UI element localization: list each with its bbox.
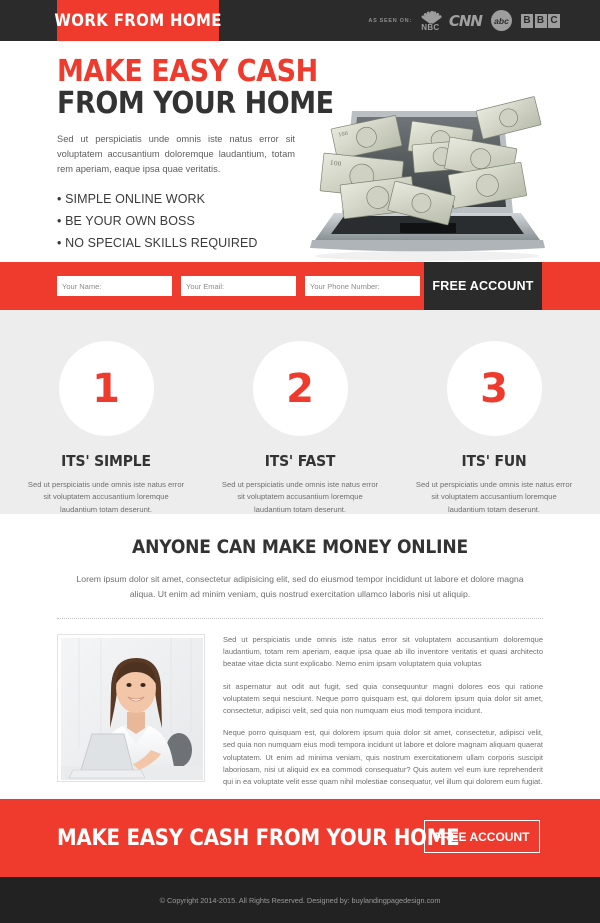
content-intro-paragraph: Lorem ipsum dolor sit amet, consectetur …	[76, 574, 524, 599]
features-section: 1 ITS' SIMPLE Sed ut perspiciatis unde o…	[0, 310, 600, 514]
bottom-cta-text: MAKE EASY CASH FROM YOUR HOME	[57, 825, 460, 851]
content-paragraph-3: Neque porro quisquam est, qui dolorem ip…	[223, 728, 543, 787]
content-section: ANYONE CAN MAKE MONEY ONLINE Lorem ipsum…	[0, 514, 600, 799]
hero-image-laptop-money: 100 100	[300, 93, 555, 263]
svg-text:100: 100	[330, 160, 342, 168]
feature-item-2: 2 ITS' FAST Sed ut perspiciatis unde omn…	[221, 341, 379, 514]
cnn-label: CNN	[448, 11, 483, 30]
feature-item-3: 3 ITS' FUN Sed ut perspiciatis unde omni…	[415, 341, 573, 514]
feature-desc-1: Sed ut perspiciatis unde omnis iste natu…	[27, 480, 185, 514]
as-seen-on-label: AS SEEN ON:	[368, 17, 412, 24]
content-paragraph-2: sit aspernatur aut odit aut fugit, sed q…	[223, 681, 543, 716]
site-logo[interactable]: WORK FROM HOME	[54, 0, 222, 41]
feature-title-3: ITS' FUN	[461, 452, 527, 470]
name-input[interactable]	[57, 276, 172, 296]
hero-subtext: Sed ut perspiciatis unde omnis iste natu…	[57, 134, 295, 174]
footer-copyright: © Copyright 2014-2015. All Rights Reserv…	[159, 895, 441, 905]
feature-number-1: 1	[92, 365, 120, 412]
nbc-peacock-icon	[421, 10, 443, 24]
cnn-logo-icon: CNN	[448, 11, 483, 30]
hero-headline-line2: FROM YOUR HOME	[57, 86, 334, 122]
hero-copy: MAKE EASY CASH FROM YOUR HOME Sed ut per…	[57, 54, 334, 255]
email-input[interactable]	[181, 276, 296, 296]
bbc-logo-icon: B B C	[521, 13, 560, 28]
hero-bullet-3: NO SPECIAL SKILLS REQUIRED	[57, 233, 307, 255]
hero-bullet-1: SIMPLE ONLINE WORK	[57, 189, 307, 211]
bottom-cta-band: MAKE EASY CASH FROM YOUR HOME FREE ACCOU…	[0, 799, 600, 877]
feature-title-1: ITS' SIMPLE	[61, 452, 151, 470]
feature-desc-3: Sed ut perspiciatis unde omnis iste natu…	[415, 480, 573, 514]
feature-desc-2: Sed ut perspiciatis unde omnis iste natu…	[221, 480, 379, 514]
feature-number-circle-3: 3	[446, 341, 542, 436]
nbc-logo-icon: NBC	[421, 10, 443, 32]
site-footer: © Copyright 2014-2015. All Rights Reserv…	[0, 877, 600, 923]
form-fields-group	[57, 276, 420, 296]
content-photo-businesswoman	[57, 633, 205, 782]
landing-page: WORK FROM HOME AS SEEN ON: NBC CNN abc B…	[0, 0, 600, 923]
content-section-title: ANYONE CAN MAKE MONEY ONLINE	[132, 536, 468, 558]
abc-label: abc	[491, 10, 512, 31]
bottom-free-account-button[interactable]: FREE ACCOUNT	[424, 820, 540, 853]
hero-bullet-2: BE YOUR OWN BOSS	[57, 211, 307, 233]
dotted-divider	[57, 617, 543, 619]
hero-benefit-list: SIMPLE ONLINE WORK BE YOUR OWN BOSS NO S…	[57, 189, 307, 255]
feature-item-1: 1 ITS' SIMPLE Sed ut perspiciatis unde o…	[27, 341, 185, 514]
feature-title-2: ITS' FAST	[264, 452, 336, 470]
site-logo-text: WORK FROM HOME	[54, 10, 222, 31]
lead-capture-form: FREE ACCOUNT	[0, 262, 600, 310]
bbc-letter-b2: B	[534, 13, 547, 28]
nbc-label: NBC	[421, 22, 440, 32]
feature-number-2: 2	[286, 365, 314, 412]
phone-input[interactable]	[305, 276, 420, 296]
bbc-letter-c: C	[548, 13, 560, 28]
abc-logo-icon: abc	[491, 10, 512, 31]
feature-number-circle-1: 1	[58, 341, 154, 436]
bbc-letter-b1: B	[521, 13, 533, 28]
content-text-column: Sed ut perspiciatis unde omnis iste natu…	[223, 634, 543, 798]
hero-section: MAKE EASY CASH FROM YOUR HOME Sed ut per…	[0, 41, 600, 262]
content-paragraph-1: Sed ut perspiciatis unde omnis iste natu…	[223, 634, 543, 669]
as-seen-on-group: AS SEEN ON: NBC CNN abc B B C	[368, 0, 560, 41]
feature-number-circle-2: 2	[252, 341, 348, 436]
free-account-submit-button[interactable]: FREE ACCOUNT	[424, 262, 542, 310]
hero-headline-line1: MAKE EASY CASH	[57, 54, 318, 89]
content-columns: Sed ut perspiciatis unde omnis iste natu…	[57, 633, 543, 798]
site-header: WORK FROM HOME AS SEEN ON: NBC CNN abc B…	[0, 0, 600, 41]
feature-number-3: 3	[480, 365, 508, 412]
